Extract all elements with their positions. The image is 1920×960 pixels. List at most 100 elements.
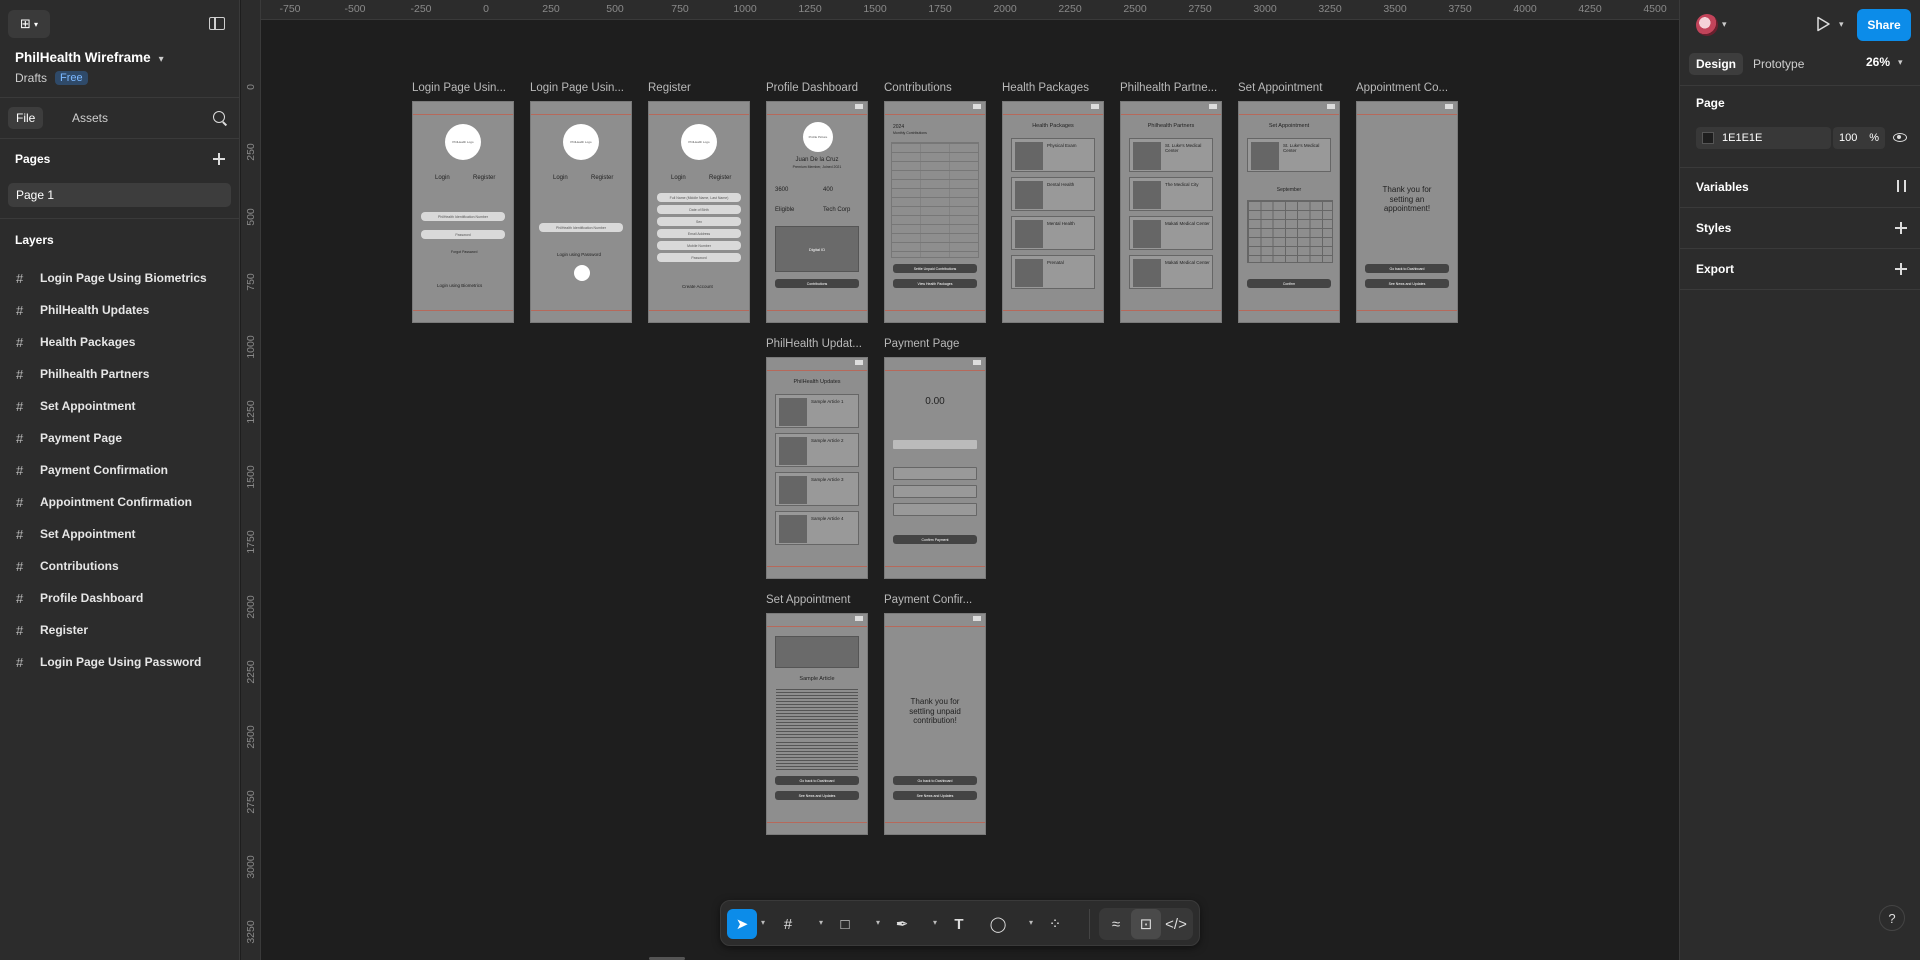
page-item[interactable]: Page 1 — [8, 183, 231, 207]
frame-label[interactable]: Set Appointment — [766, 594, 850, 606]
create-account-link[interactable]: Create Account — [682, 284, 713, 289]
package-card[interactable]: Dental Health — [1011, 177, 1095, 211]
add-style-icon[interactable] — [1895, 222, 1907, 234]
frame-philhealth-updates[interactable]: PhilHealth Updates Sample Article 1 Samp… — [766, 357, 868, 579]
layer-item[interactable]: # Health Packages — [0, 326, 240, 358]
layer-item[interactable]: # Appointment Confirmation — [0, 486, 240, 518]
frame-label[interactable]: Login Page Usin... — [530, 82, 624, 94]
tab-design[interactable]: Design — [1689, 53, 1744, 75]
alt-login-link[interactable]: Login using Password — [557, 252, 601, 257]
frame-appointment-confirmation[interactable]: Thank you for setting an appointment! Go… — [1356, 101, 1458, 323]
design-mode-icon[interactable]: ⊡ — [1131, 909, 1161, 939]
rectangle-tool-icon[interactable]: □ — [830, 909, 860, 939]
opacity-value[interactable]: 100 — [1839, 132, 1857, 144]
user-avatar[interactable] — [1696, 14, 1718, 36]
chevron-down-icon[interactable]: ▾ — [761, 918, 765, 927]
layer-item[interactable]: # Philhealth Partners — [0, 358, 240, 390]
tab-assets[interactable]: Assets — [64, 107, 116, 129]
news-button[interactable]: See News and Updates — [775, 791, 859, 800]
frame-label[interactable]: Health Packages — [1002, 82, 1089, 94]
tab-file[interactable]: File — [8, 107, 44, 129]
frame-label[interactable]: Appointment Co... — [1356, 82, 1448, 94]
color-swatch[interactable] — [1702, 132, 1714, 144]
chevron-down-icon[interactable]: ▾ — [1722, 19, 1727, 30]
frame-philhealth-partners[interactable]: Philhealth Partners St. Luke's Medical C… — [1120, 101, 1222, 323]
frame-label[interactable]: Payment Page — [884, 338, 959, 350]
register-tab[interactable]: Register — [473, 175, 495, 181]
amount-input[interactable] — [893, 440, 977, 449]
article-card[interactable]: Sample Article 3 — [775, 472, 859, 506]
layer-item[interactable]: # Contributions — [0, 550, 240, 582]
layer-item[interactable]: # Payment Page — [0, 422, 240, 454]
email-field[interactable]: Email Address — [657, 229, 741, 238]
canvas[interactable]: -750 -500 -250 0 250 500 750 1000 1250 1… — [241, 0, 1679, 960]
fingerprint-button[interactable] — [574, 265, 590, 281]
color-hex[interactable]: 1E1E1E — [1722, 132, 1762, 144]
sex-field[interactable]: Sex — [657, 217, 741, 226]
article-card[interactable]: Sample Article 4 — [775, 511, 859, 545]
package-card[interactable]: Mental Health — [1011, 216, 1095, 250]
frame-payment-confirmation[interactable]: Thank you for settling unpaid contributi… — [884, 613, 986, 835]
payment-option[interactable] — [893, 485, 977, 498]
frame-set-appointment-article[interactable]: Sample Article Go back to Dashboard See … — [766, 613, 868, 835]
variables-icon[interactable] — [1894, 180, 1908, 192]
layer-item[interactable]: # PhilHealth Updates — [0, 294, 240, 326]
text-tool-icon[interactable]: T — [944, 909, 974, 939]
article-card[interactable]: Sample Article 1 — [775, 394, 859, 428]
password-field[interactable]: Password — [657, 253, 741, 262]
dashboard-button[interactable]: Go back to Dashboard — [775, 776, 859, 785]
news-button[interactable]: See News and Updates — [1365, 279, 1449, 288]
login-tab[interactable]: Login — [435, 175, 450, 181]
layer-item[interactable]: # Profile Dashboard — [0, 582, 240, 614]
frame-profile-dashboard[interactable]: Profile Picture Juan De la Cruz Premium … — [766, 101, 868, 323]
confirm-button[interactable]: Confirm — [1247, 279, 1331, 288]
frame-contributions[interactable]: 2024 Monthly Contributions Settle Unpaid… — [884, 101, 986, 323]
id-field[interactable]: PhilHealth Identification Number — [539, 223, 623, 232]
frame-login-biometrics[interactable]: PhilHealth Logo Login Register PhilHealt… — [412, 101, 514, 323]
alt-login-link[interactable]: Login using Biometrics — [437, 283, 482, 288]
name-field[interactable]: Full Name (Middle Name, Last Name) — [657, 193, 741, 202]
mobile-field[interactable]: Mobile Number — [657, 241, 741, 250]
payment-option[interactable] — [893, 467, 977, 480]
chevron-down-icon[interactable]: ▾ — [1898, 57, 1903, 68]
present-icon[interactable] — [1815, 16, 1831, 32]
layer-item[interactable]: # Login Page Using Biometrics — [0, 262, 240, 294]
help-button[interactable]: ? — [1879, 905, 1905, 931]
layer-item[interactable]: # Login Page Using Password — [0, 646, 240, 678]
chevron-down-icon[interactable]: ▾ — [819, 918, 823, 927]
partner-card[interactable]: Makati Medical Center — [1129, 255, 1213, 289]
layer-item[interactable]: # Payment Confirmation — [0, 454, 240, 486]
register-tab[interactable]: Register — [591, 175, 613, 181]
frame-login-password[interactable]: PhilHealth Logo Login Register PhilHealt… — [530, 101, 632, 323]
login-tab[interactable]: Login — [671, 175, 686, 181]
move-tool-icon[interactable]: ➤ — [727, 909, 757, 939]
chevron-down-icon[interactable]: ▾ — [1839, 19, 1844, 30]
main-menu-button[interactable]: ⊞ ▾ — [8, 10, 50, 38]
frame-label[interactable]: Philhealth Partne... — [1120, 82, 1217, 94]
layer-item[interactable]: # Set Appointment — [0, 390, 240, 422]
dob-field[interactable]: Date of Birth — [657, 205, 741, 214]
password-field[interactable]: Password — [421, 230, 505, 239]
sidebar-toggle-icon[interactable] — [209, 17, 225, 30]
id-field[interactable]: PhilHealth Identification Number — [421, 212, 505, 221]
search-icon[interactable] — [213, 111, 225, 123]
comment-tool-icon[interactable]: ◯ — [983, 909, 1013, 939]
frame-register[interactable]: PhilHealth Logo Login Register Full Name… — [648, 101, 750, 323]
package-card[interactable]: Physical Exam — [1011, 138, 1095, 172]
pen-tool-icon[interactable]: ✒ — [887, 909, 917, 939]
login-tab[interactable]: Login — [553, 175, 568, 181]
payment-option[interactable] — [893, 503, 977, 516]
forgot-link[interactable]: Forgot Password — [451, 250, 477, 254]
frame-label[interactable]: Login Page Usin... — [412, 82, 506, 94]
chevron-down-icon[interactable]: ▾ — [933, 918, 937, 927]
chevron-down-icon[interactable]: ▾ — [876, 918, 880, 927]
article-card[interactable]: Sample Article 2 — [775, 433, 859, 467]
frame-label[interactable]: Register — [648, 82, 691, 94]
confirm-payment-button[interactable]: Confirm Payment — [893, 535, 977, 544]
drafts-label[interactable]: Drafts — [15, 71, 47, 85]
draw-mode-icon[interactable]: ≈ — [1101, 909, 1131, 939]
frame-label[interactable]: PhilHealth Updat... — [766, 338, 862, 350]
opacity-field[interactable]: 100 % — [1833, 127, 1885, 149]
file-name[interactable]: PhilHealth Wireframe ▾ — [15, 50, 164, 65]
partner-card[interactable]: Makati Medical Center — [1129, 216, 1213, 250]
